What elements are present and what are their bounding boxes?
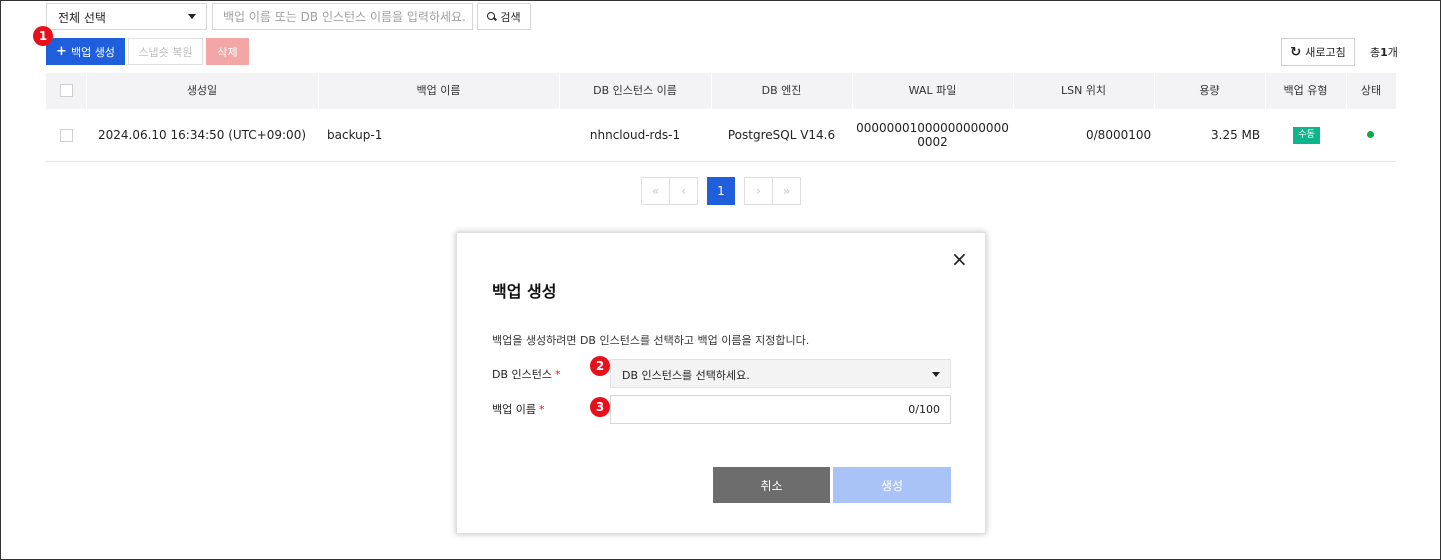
prev-page-button[interactable]: ‹	[669, 177, 698, 205]
col-lsn: LSN 위치	[1060, 84, 1107, 97]
table-row[interactable]: 2024.06.10 16:34:50 (UTC+09:00) backup-1…	[46, 110, 1396, 162]
search-icon	[487, 12, 496, 21]
col-wal-file: WAL 파일	[908, 84, 957, 97]
instance-select[interactable]: DB 인스턴스를 선택하세요.	[610, 359, 951, 388]
filter-select-value: 전체 선택	[58, 11, 106, 25]
col-db-engine: DB 엔진	[761, 84, 802, 97]
caret-down-icon	[188, 14, 196, 19]
refresh-button[interactable]: ↻ 새로고침	[1281, 38, 1355, 66]
step-marker-1: 1	[33, 26, 53, 46]
total-count: 총1개	[1370, 46, 1398, 59]
create-backup-button[interactable]: + 백업 생성	[46, 38, 125, 65]
col-status: 상태	[1360, 84, 1382, 97]
search-input[interactable]	[212, 3, 473, 30]
col-backup-type: 백업 유형	[1283, 84, 1328, 97]
filter-select[interactable]: 전체 선택	[46, 3, 207, 30]
create-button[interactable]: 생성	[833, 467, 951, 503]
cell-backup-name: backup-1	[327, 128, 383, 142]
caret-down-icon	[932, 372, 940, 377]
next-page-button[interactable]: ›	[744, 177, 773, 205]
last-page-button[interactable]: »	[772, 177, 801, 205]
refresh-icon: ↻	[1290, 44, 1302, 60]
status-indicator	[1367, 131, 1374, 138]
search-button[interactable]: 검색	[477, 3, 531, 30]
cell-instance-name: nhncloud-rds-1	[589, 128, 681, 142]
cell-size: 3.25 MB	[1211, 128, 1261, 142]
cell-lsn: 0/8000100	[1086, 128, 1152, 142]
modal-title: 백업 생성	[492, 282, 557, 301]
row-checkbox[interactable]	[60, 129, 73, 142]
step-marker-3: 3	[590, 397, 610, 417]
first-page-button[interactable]: «	[641, 177, 670, 205]
create-backup-label: 백업 생성	[70, 45, 115, 59]
step-marker-2: 2	[590, 356, 610, 376]
modal-description: 백업을 생성하려면 DB 인스턴스를 선택하고 백업 이름을 지정합니다.	[492, 334, 810, 347]
cancel-button[interactable]: 취소	[713, 467, 830, 503]
select-all-checkbox[interactable]	[60, 84, 73, 97]
create-backup-modal: × 백업 생성 백업을 생성하려면 DB 인스턴스를 선택하고 백업 이름을 지…	[456, 232, 986, 534]
refresh-label: 새로고침	[1305, 46, 1346, 59]
cell-created: 2024.06.10 16:34:50 (UTC+09:00)	[97, 128, 307, 142]
search-button-label: 검색	[500, 10, 521, 24]
instance-label: DB 인스턴스 *	[492, 368, 561, 381]
backup-name-input[interactable]: 0/100	[610, 395, 951, 424]
col-instance-name: DB 인스턴스 이름	[593, 84, 677, 97]
instance-select-value: DB 인스턴스를 선택하세요.	[622, 369, 750, 382]
backup-name-label: 백업 이름 *	[492, 403, 545, 416]
col-created: 생성일	[186, 84, 218, 97]
col-backup-name: 백업 이름	[416, 84, 461, 97]
page-1-button[interactable]: 1	[707, 177, 735, 205]
cell-db-engine: PostgreSQL V14.6	[727, 128, 836, 142]
table-header: 생성일 백업 이름 DB 인스턴스 이름 DB 엔진 WAL 파일 LSN 위치…	[46, 73, 1396, 109]
app-frame: 전체 선택 검색 + 백업 생성 스냅숏 복원 삭제 1 ↻ 새로고침 총1개 …	[0, 0, 1441, 560]
cell-wal-file: 00000001000000000000 0002	[856, 121, 1009, 149]
col-size: 용량	[1199, 84, 1220, 97]
char-counter: 0/100	[908, 403, 940, 416]
backup-type-badge: 수동	[1293, 127, 1320, 144]
delete-button[interactable]: 삭제	[206, 38, 249, 65]
snapshot-restore-button[interactable]: 스냅숏 복원	[128, 38, 203, 65]
plus-icon: +	[56, 44, 67, 59]
close-icon[interactable]: ×	[951, 249, 968, 269]
